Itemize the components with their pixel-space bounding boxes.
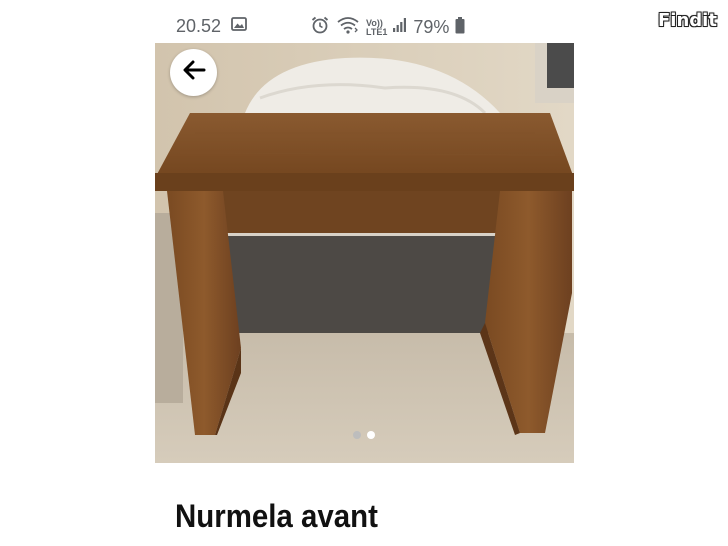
network-label-bottom: LTE1	[366, 26, 388, 37]
alarm-icon	[310, 15, 330, 40]
product-photo[interactable]	[155, 43, 574, 463]
findit-logo: Findit	[658, 10, 717, 31]
battery-percent: 79%	[413, 17, 450, 37]
listing-title: Nurmela avant	[175, 498, 378, 534]
gallery-pagination	[353, 431, 375, 439]
battery-icon	[455, 16, 465, 39]
status-time: 20.52	[176, 15, 222, 36]
arrow-left-icon	[182, 60, 206, 85]
status-bar: 20.52 Vo)) LTE1 79%	[155, 12, 575, 40]
image-icon	[231, 16, 247, 36]
back-button[interactable]	[170, 49, 217, 96]
signal-icon	[393, 17, 407, 38]
wifi-icon	[336, 16, 360, 39]
network-type-label: Vo)) LTE1	[366, 18, 388, 37]
gallery-dot-active[interactable]	[367, 431, 375, 439]
gallery-dot[interactable]	[353, 431, 361, 439]
